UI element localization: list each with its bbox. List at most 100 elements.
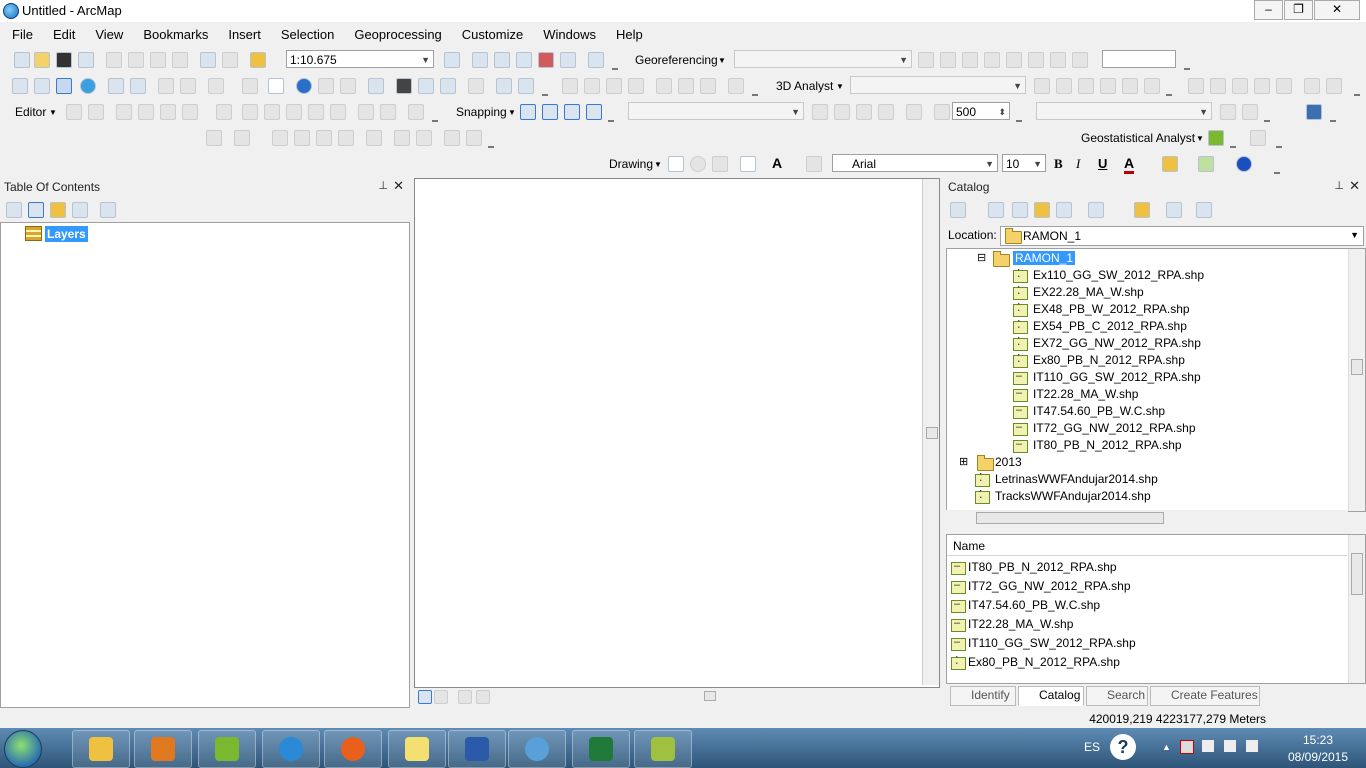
toolbar-grip[interactable] — [1016, 108, 1022, 122]
fixed-zoom-in-icon[interactable] — [108, 78, 124, 94]
georef-layer-combo[interactable]: ▼ — [734, 50, 912, 68]
map-view[interactable] — [414, 178, 940, 688]
line-color-icon[interactable] — [1198, 156, 1214, 172]
bold-button[interactable]: B — [1054, 156, 1063, 172]
editor-extra-icon[interactable] — [408, 104, 424, 120]
edge-snapping-icon[interactable] — [586, 104, 602, 120]
menu-view[interactable]: View — [83, 23, 131, 45]
back-extent-icon[interactable] — [158, 78, 174, 94]
layout-tool-2-icon[interactable] — [1210, 78, 1226, 94]
list-by-selection-icon[interactable] — [72, 202, 88, 218]
toolbar-grip[interactable] — [1166, 82, 1172, 96]
taskbar-internet-explorer[interactable] — [262, 730, 320, 768]
fixed-zoom-out-icon[interactable] — [130, 78, 146, 94]
tree-hscroll-thumb[interactable] — [976, 512, 1164, 524]
taskbar-arcmap[interactable] — [508, 730, 566, 768]
clear-selection-icon[interactable] — [242, 78, 258, 94]
python-window-icon[interactable] — [560, 52, 576, 68]
georef-rotate-icon[interactable] — [1072, 52, 1088, 68]
back-arrow-icon[interactable] — [950, 202, 966, 218]
geostat-extra-icon[interactable] — [1250, 130, 1266, 146]
help-icon[interactable]: ? — [1110, 734, 1136, 760]
layout-tool-1-icon[interactable] — [1188, 78, 1204, 94]
tool-disabled-7-icon[interactable] — [700, 78, 716, 94]
point-snapping-icon[interactable] — [520, 104, 536, 120]
html-popup-icon[interactable] — [340, 78, 356, 94]
value-stepper[interactable]: 500 ⬍ — [952, 102, 1010, 120]
toolbar-grip[interactable] — [1276, 134, 1282, 148]
geostatistical-analyst-label[interactable]: Geostatistical Analyst — [1081, 131, 1195, 145]
zoom-whole-page-icon[interactable] — [712, 156, 728, 172]
geostat-dropdown-icon[interactable]: ▼ — [1196, 134, 1204, 143]
contents-vscroll[interactable] — [1348, 535, 1365, 683]
pin-icon[interactable]: ⊥ — [1334, 179, 1344, 192]
catalog-tree-vscroll[interactable] — [1348, 249, 1365, 511]
measure-icon[interactable] — [368, 78, 384, 94]
model-builder-icon[interactable] — [588, 52, 604, 68]
toolbar-grip[interactable] — [432, 108, 438, 122]
contents-vscroll-thumb[interactable] — [1351, 553, 1363, 595]
home-folder-icon[interactable] — [1034, 202, 1050, 218]
views-icon[interactable] — [1088, 202, 1104, 218]
create-features-icon[interactable] — [380, 104, 396, 120]
print-icon[interactable] — [78, 52, 94, 68]
time-slider-icon[interactable] — [468, 78, 484, 94]
marker-color-icon[interactable] — [1236, 156, 1252, 172]
new-document-icon[interactable] — [14, 52, 30, 68]
menu-windows[interactable]: Windows — [531, 23, 604, 45]
geostat-wizard-icon[interactable] — [1208, 130, 1224, 146]
arctoolbox-icon[interactable] — [538, 52, 554, 68]
menu-file[interactable]: File — [0, 23, 41, 45]
layout-view-icon[interactable] — [434, 690, 448, 704]
show-hidden-icons-icon[interactable]: ▲ — [1162, 742, 1172, 752]
go-to-xy-icon[interactable] — [440, 78, 456, 94]
analyst-tool-icon[interactable] — [1242, 104, 1258, 120]
georeferencing-label[interactable]: Georeferencing — [635, 53, 718, 67]
straight-segment-icon[interactable] — [116, 104, 132, 120]
georef-tool-4-icon[interactable] — [984, 52, 1000, 68]
spatial-analyst-combo[interactable]: ▼ — [1036, 102, 1212, 120]
layout-tool-4-icon[interactable] — [1254, 78, 1270, 94]
edit-tool-icon[interactable] — [66, 104, 82, 120]
name-column-header[interactable]: Name — [953, 539, 985, 553]
catalog-options-icon[interactable] — [1196, 202, 1212, 218]
menu-insert[interactable]: Insert — [216, 23, 269, 45]
toolbar-grip[interactable] — [1230, 134, 1236, 148]
tool-e-icon[interactable] — [316, 130, 332, 146]
edit-vertices-icon[interactable] — [216, 104, 232, 120]
3d-tool-2-icon[interactable] — [1056, 78, 1072, 94]
display-icon[interactable] — [1224, 740, 1236, 752]
collapse-icon[interactable]: ⊟ — [977, 251, 986, 264]
3d-tool-5-icon[interactable] — [1122, 78, 1138, 94]
location-dropdown-icon[interactable]: ▼ — [1350, 230, 1359, 240]
tab-create-features[interactable]: Create Features — [1150, 686, 1260, 706]
3d-tool-4-icon[interactable] — [1100, 78, 1116, 94]
zoom-in-icon[interactable] — [12, 78, 28, 94]
georef-value-input[interactable] — [1102, 50, 1176, 68]
identify-info-icon[interactable] — [296, 78, 312, 94]
toolbar-grip[interactable] — [1264, 108, 1270, 122]
georeferencing-dropdown-icon[interactable]: ▼ — [718, 56, 726, 65]
tool-disabled-2-icon[interactable] — [584, 78, 600, 94]
toolbar-grip[interactable] — [612, 56, 618, 70]
pause-drawing-icon[interactable] — [476, 690, 490, 704]
search-window-icon[interactable] — [516, 52, 532, 68]
georef-tool-7-icon[interactable] — [1050, 52, 1066, 68]
refresh-icon[interactable] — [458, 690, 472, 704]
text-tool-icon[interactable]: A — [772, 155, 782, 171]
toolbar-grip[interactable] — [608, 108, 614, 122]
tool-disabled-6-icon[interactable] — [678, 78, 694, 94]
italic-button[interactable]: I — [1076, 156, 1080, 172]
expand-icon[interactable]: ⊞ — [959, 455, 968, 468]
tool-disabled-5-icon[interactable] — [656, 78, 672, 94]
underline-button[interactable]: U — [1098, 156, 1107, 171]
undo-icon[interactable] — [200, 52, 216, 68]
tool-k-icon[interactable] — [466, 130, 482, 146]
toolbar-grip[interactable] — [1184, 56, 1190, 70]
layout-tool-7-icon[interactable] — [1326, 78, 1342, 94]
trace-icon[interactable] — [160, 104, 176, 120]
font-combo[interactable]: Arial ▼ — [832, 154, 998, 172]
taskbar-media-player[interactable] — [134, 730, 192, 768]
3d-tool-1-icon[interactable] — [1034, 78, 1050, 94]
create-viewer-icon[interactable] — [496, 78, 512, 94]
